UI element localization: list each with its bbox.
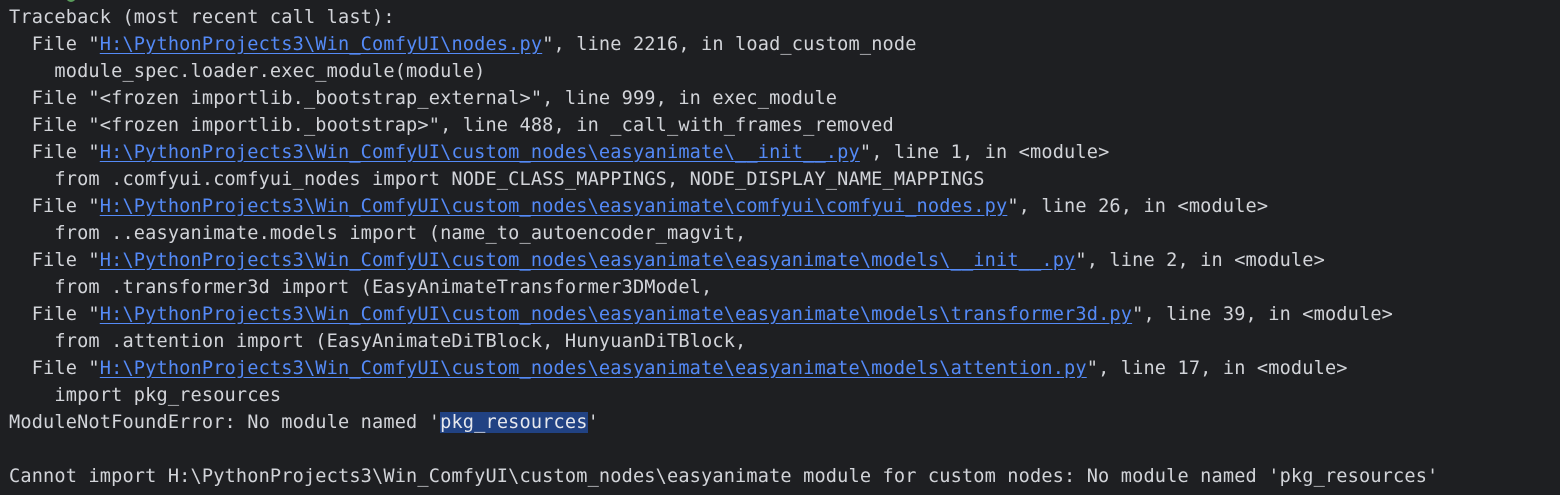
file-link[interactable]: H:\PythonProjects3\Win_ComfyUI\custom_no… — [100, 250, 1076, 271]
frame-line: File "H:\PythonProjects3\Win_ComfyUI\nod… — [9, 34, 917, 55]
error-message: ModuleNotFoundError: No module named 'pk… — [9, 412, 599, 433]
frame-line: File "H:\PythonProjects3\Win_ComfyUI\cus… — [9, 358, 1348, 379]
import-failure-message: Cannot import H:\PythonProjects3\Win_Com… — [9, 466, 1439, 487]
frame-code-line: import pkg_resources — [9, 385, 282, 406]
file-link[interactable]: H:\PythonProjects3\Win_ComfyUI\custom_no… — [100, 196, 1008, 217]
frame-code-line: from .transformer3d import (EasyAnimateT… — [9, 277, 713, 298]
frame-line: File "H:\PythonProjects3\Win_ComfyUI\cus… — [9, 250, 1325, 271]
frame-code-line: from ..easyanimate.models import (name_t… — [9, 223, 747, 244]
frame-line: File "<frozen importlib._bootstrap_exter… — [9, 88, 838, 109]
frame-line: File "H:\PythonProjects3\Win_ComfyUI\cus… — [9, 304, 1394, 325]
frame-line: File "<frozen importlib._bootstrap>", li… — [9, 115, 894, 136]
file-link[interactable]: H:\PythonProjects3\Win_ComfyUI\nodes.py — [100, 34, 542, 55]
selected-text[interactable]: pkg_resources — [440, 412, 588, 433]
frame-code-line: module_spec.loader.exec_module(module) — [9, 61, 486, 82]
frame-line: File "H:\PythonProjects3\Win_ComfyUI\cus… — [9, 142, 1110, 163]
run-status-indicator — [66, 0, 76, 2]
file-link[interactable]: H:\PythonProjects3\Win_ComfyUI\custom_no… — [100, 142, 860, 163]
file-link[interactable]: H:\PythonProjects3\Win_ComfyUI\custom_no… — [100, 358, 1087, 379]
frame-code-line: from .comfyui.comfyui_nodes import NODE_… — [9, 169, 985, 190]
frame-code-line: from .attention import (EasyAnimateDiTBl… — [9, 331, 747, 352]
run-console-output[interactable]: Traceback (most recent call last): File … — [0, 0, 1560, 495]
frame-line: File "H:\PythonProjects3\Win_ComfyUI\cus… — [9, 196, 1269, 217]
file-link[interactable]: H:\PythonProjects3\Win_ComfyUI\custom_no… — [100, 304, 1132, 325]
traceback-header: Traceback (most recent call last): — [9, 7, 395, 28]
